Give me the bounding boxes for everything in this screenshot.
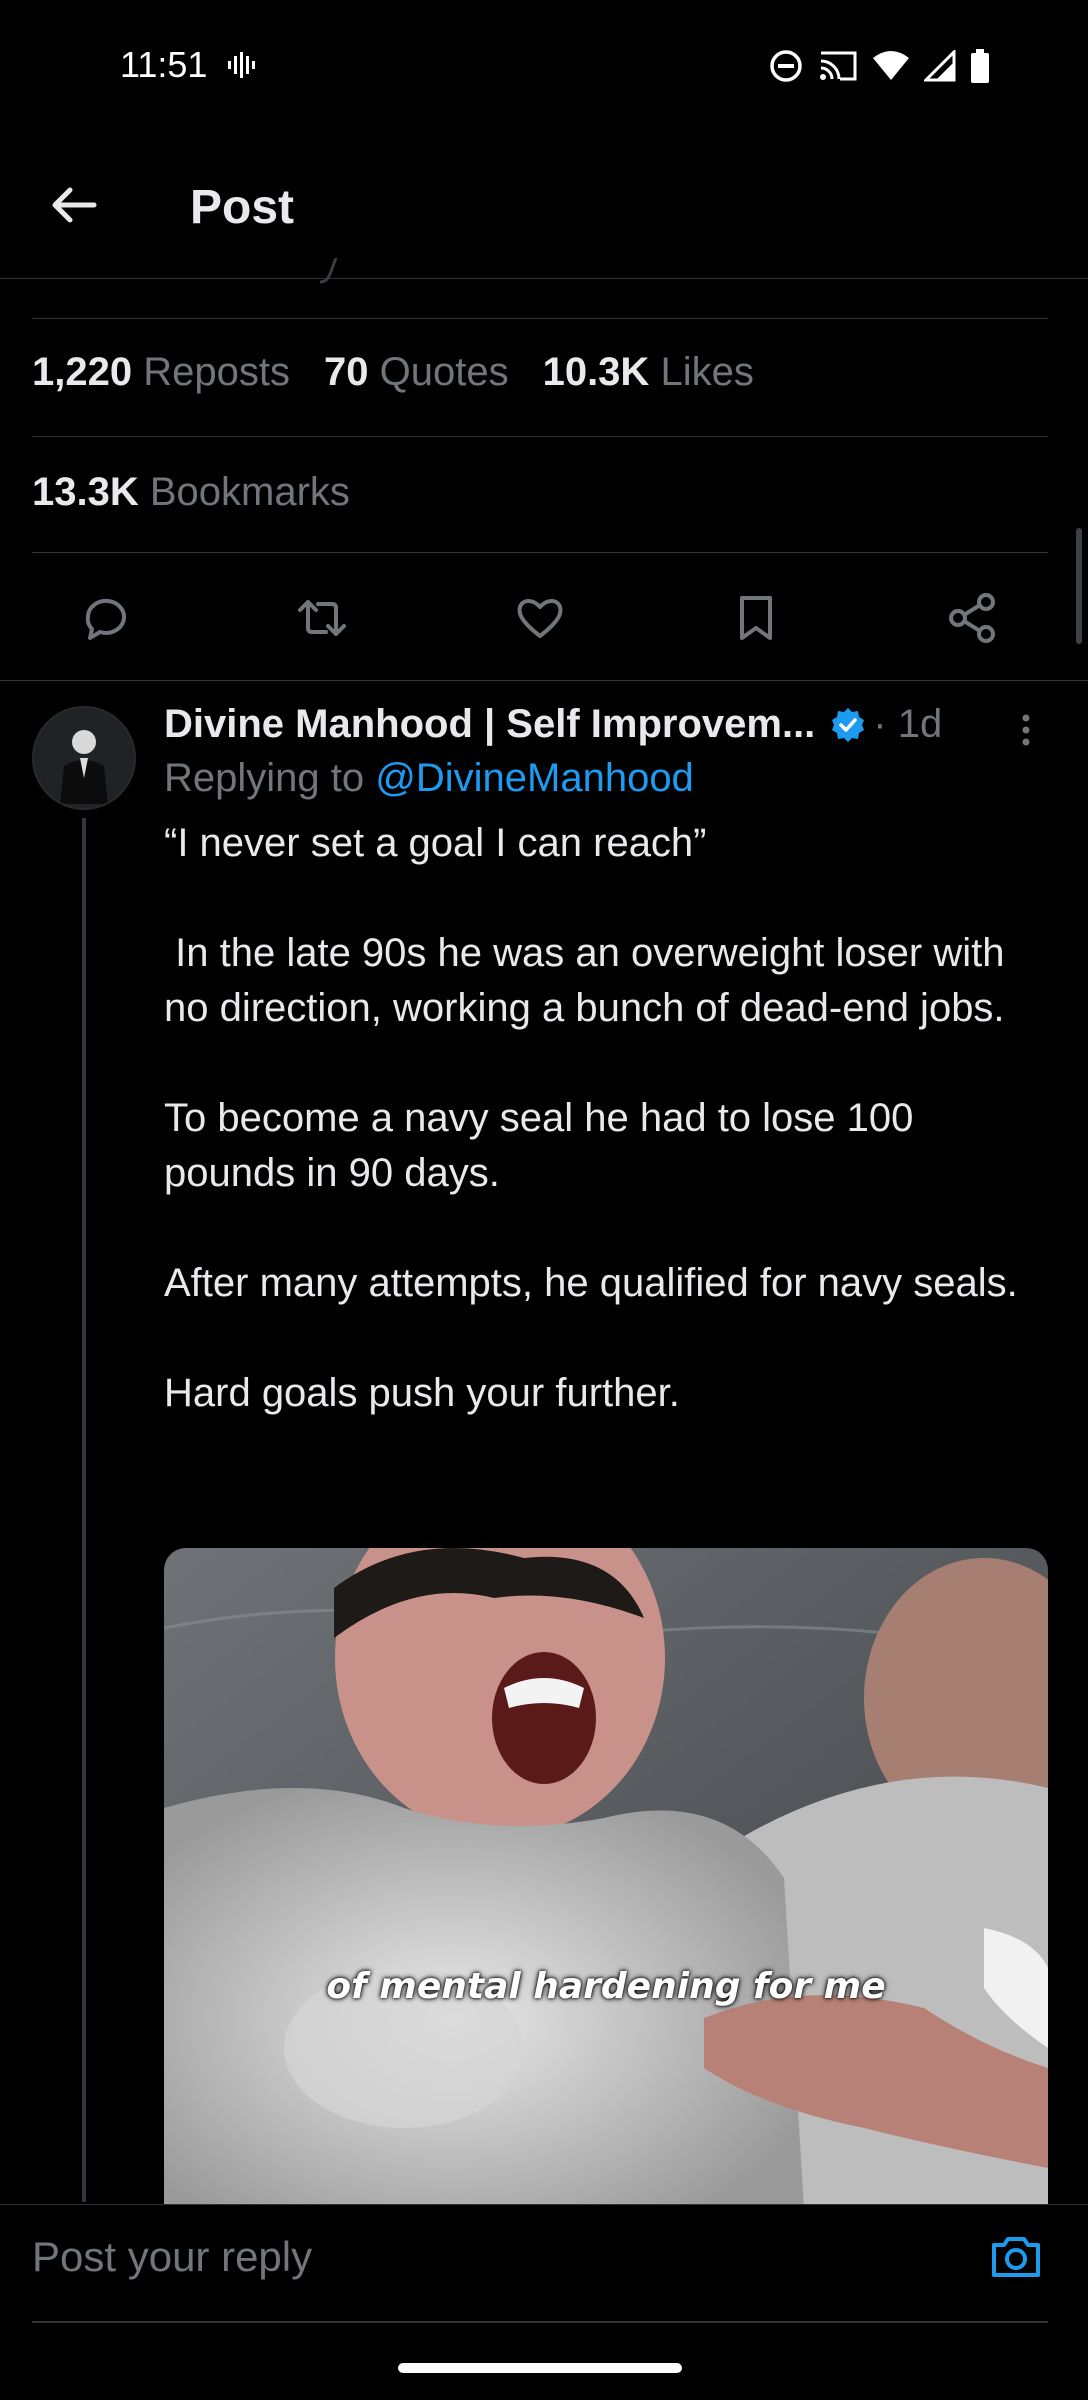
tweet-paragraph: After many attempts, he qualified for na… <box>164 1261 1018 1305</box>
reposts-stat[interactable]: 1,220 Reposts <box>32 350 290 395</box>
replying-handle-link[interactable]: @DivineManhood <box>375 756 694 800</box>
reply-icon[interactable] <box>78 590 134 646</box>
divider <box>32 318 1048 319</box>
reply-composer: Post your reply <box>0 2204 1088 2323</box>
avatar-silhouette-icon <box>34 708 134 808</box>
tweet-paragraph: “I never set a goal I can reach” <box>164 821 707 865</box>
reply-input[interactable]: Post your reply <box>32 2233 312 2281</box>
author-name[interactable]: Divine Manhood | Self Improvem... <box>164 702 815 747</box>
more-options-icon[interactable] <box>1016 710 1036 750</box>
tweet-media-video[interactable]: of mental hardening for me <box>164 1548 1048 2208</box>
tweet-text: “I never set a goal I can reach” In the … <box>164 816 1044 1421</box>
likes-label: Likes <box>660 350 754 394</box>
back-arrow-icon[interactable] <box>46 178 100 232</box>
signal-icon <box>924 50 956 82</box>
page-title: Post <box>190 181 295 234</box>
dnd-icon <box>770 50 802 82</box>
wifi-icon <box>873 51 909 80</box>
status-bar: 11:51 <box>0 0 1088 130</box>
replying-to: Replying to @DivineManhood <box>164 756 694 801</box>
bookmarks-label: Bookmarks <box>149 470 350 514</box>
likes-stat[interactable]: 10.3K Likes <box>543 350 754 395</box>
home-indicator[interactable] <box>398 2363 682 2373</box>
bookmarks-stat[interactable]: 13.3K Bookmarks <box>32 470 350 515</box>
reposts-count: 1,220 <box>32 350 133 394</box>
cast-icon <box>820 51 857 81</box>
verified-badge-icon <box>832 707 865 742</box>
tweet-paragraph: In the late 90s he was an overweight los… <box>164 931 1016 1030</box>
likes-count: 10.3K <box>542 350 650 394</box>
tweet-paragraph: Hard goals push your further. <box>164 1371 680 1415</box>
status-time: 11:51 <box>120 44 208 85</box>
battery-icon <box>971 49 989 83</box>
scrolled-text-remnant <box>319 258 338 284</box>
bookmark-icon[interactable] <box>728 590 784 646</box>
quotes-label: Quotes <box>379 350 509 394</box>
author-row: Divine Manhood | Self Improvem... · 1d <box>164 702 942 747</box>
top-app-bar: Post <box>0 140 1088 279</box>
quotes-stat[interactable]: 70 Quotes <box>324 350 509 395</box>
repost-icon[interactable] <box>294 590 350 646</box>
divider <box>32 436 1048 437</box>
post-action-bar <box>0 556 1088 681</box>
bookmarks-count: 13.3K <box>32 470 139 514</box>
replying-prefix: Replying to <box>164 756 365 800</box>
camera-icon[interactable] <box>988 2229 1044 2285</box>
reposts-label: Reposts <box>143 350 290 394</box>
divider <box>32 552 1048 553</box>
input-underline <box>32 2321 1048 2323</box>
status-icons <box>768 48 990 84</box>
tweet-paragraph: To become a navy seal he had to lose 100… <box>164 1096 925 1195</box>
vibrate-icon <box>228 52 255 78</box>
video-caption: of mental hardening for me <box>326 1966 886 2007</box>
video-frame-image <box>164 1548 1048 2208</box>
quotes-count: 70 <box>323 350 369 394</box>
share-icon[interactable] <box>944 590 1000 646</box>
like-icon[interactable] <box>512 590 568 646</box>
thread-line <box>82 818 86 2202</box>
avatar[interactable] <box>32 706 136 810</box>
post-timestamp: · 1d <box>873 702 943 746</box>
engagement-stats: 1,220 Reposts 70 Quotes 10.3K Likes <box>32 350 754 395</box>
